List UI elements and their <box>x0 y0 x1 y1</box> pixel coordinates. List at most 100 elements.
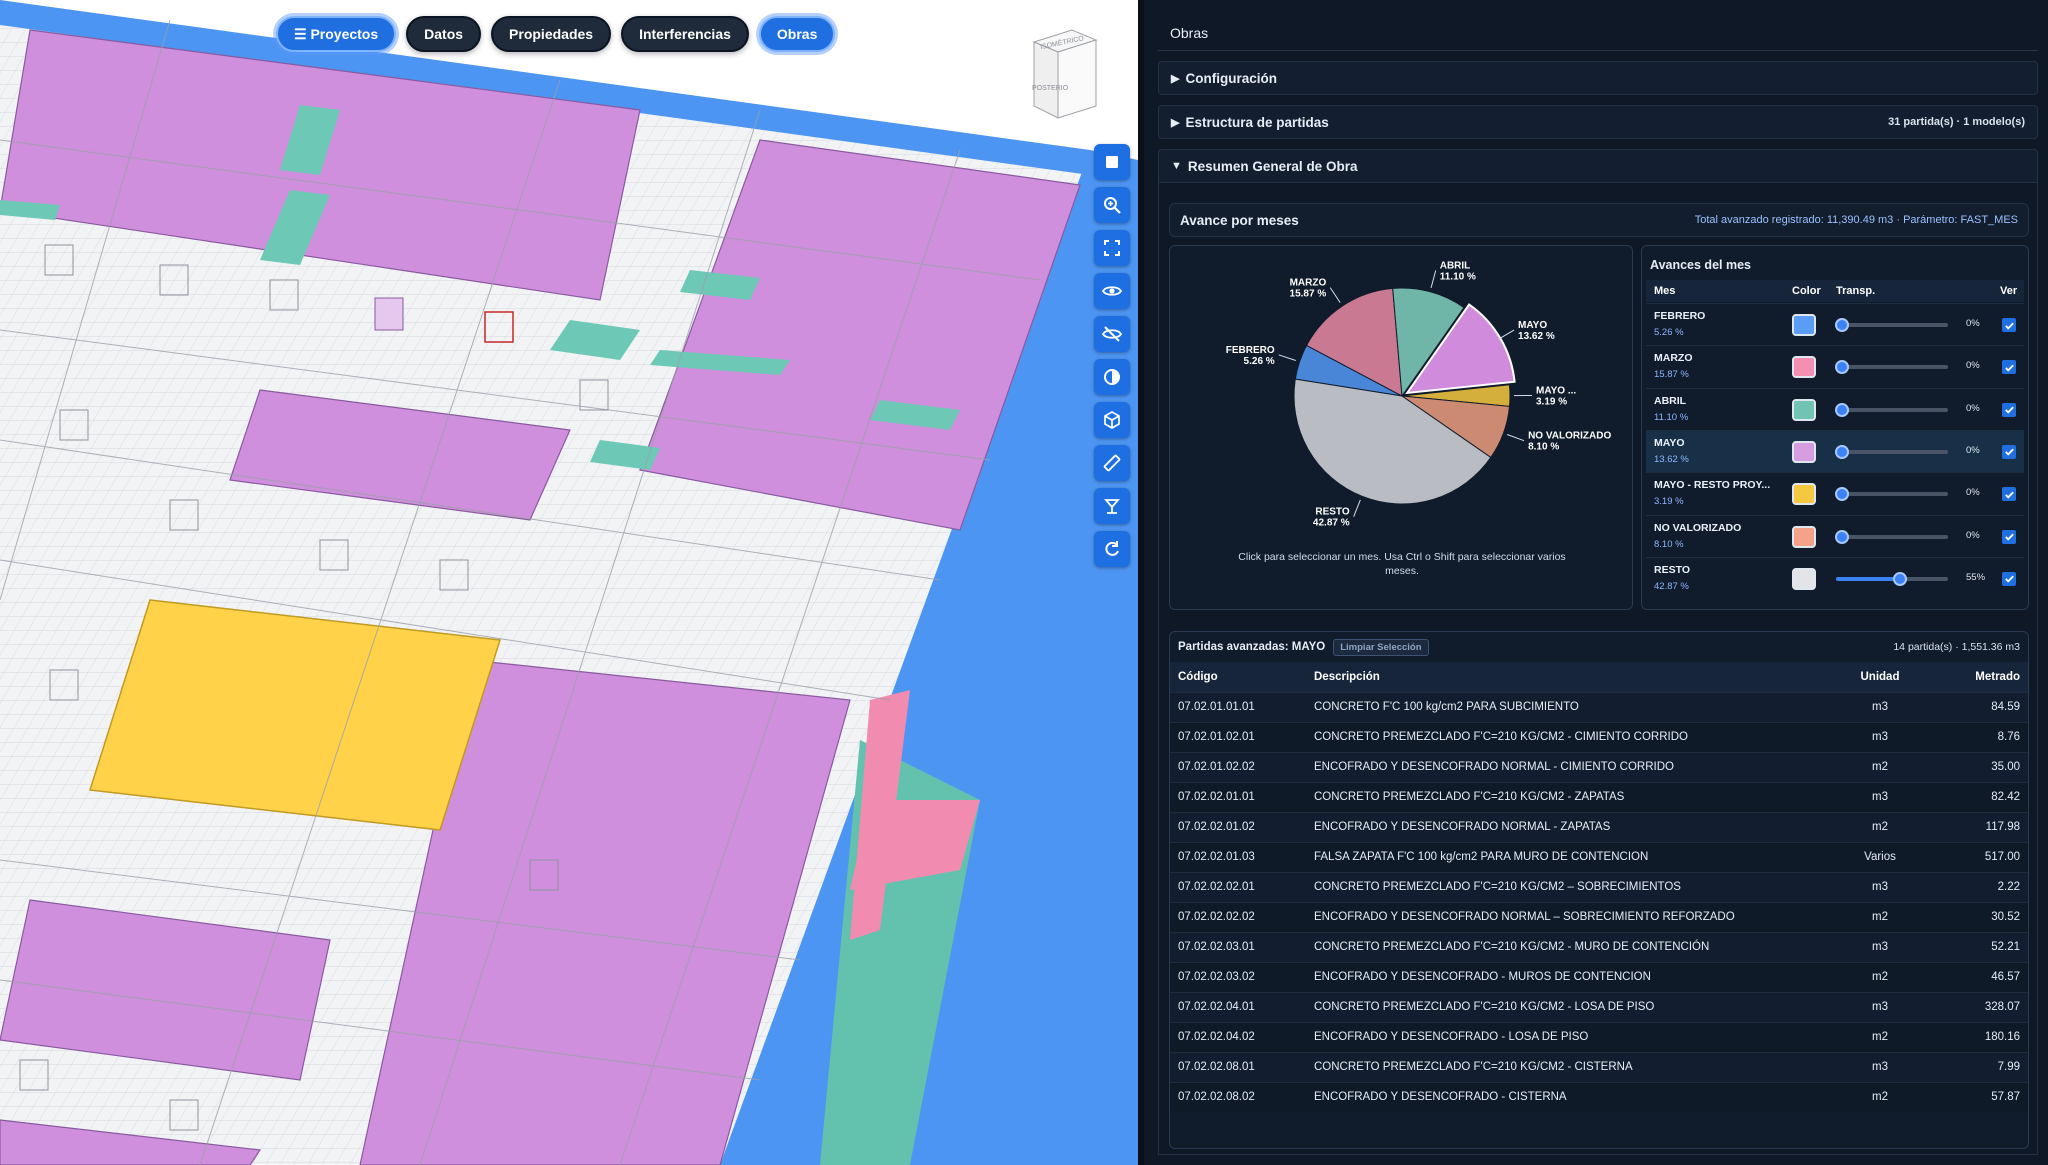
table-row[interactable]: 07.02.01.02.02 ENCOFRADO Y DESENCOFRADO N… <box>1170 751 2028 782</box>
visibility-checkbox[interactable] <box>2002 529 2016 544</box>
mes-row[interactable]: MAYO - RESTO PROY... 3.19 % 0% <box>1646 472 2024 514</box>
table-row[interactable]: 07.02.02.01.02 ENCOFRADO Y DESENCOFRADO N… <box>1170 811 2028 842</box>
mes-row[interactable]: ABRIL 11.10 % 0% <box>1646 387 2024 430</box>
mes-row[interactable]: NO VALORIZADO 8.10 % 0% <box>1646 514 2024 557</box>
show-button[interactable] <box>1094 273 1130 309</box>
nav-datos-button[interactable]: Datos <box>406 16 482 52</box>
color-swatch[interactable] <box>1792 440 1816 463</box>
visibility-checkbox[interactable] <box>2002 444 2016 459</box>
contrast-button[interactable] <box>1094 359 1130 395</box>
nav-proyectos-button[interactable]: ☰ Proyectos <box>276 16 397 52</box>
color-swatch[interactable] <box>1792 483 1816 506</box>
slider-handle[interactable] <box>1835 487 1849 502</box>
color-swatch[interactable] <box>1792 525 1816 548</box>
reset-button[interactable] <box>1094 531 1130 567</box>
mes-row[interactable]: MARZO 15.87 % 0% <box>1646 345 2024 387</box>
col-codigo[interactable]: Código <box>1170 662 1306 692</box>
cell-codigo: 07.02.02.08.01 <box>1170 1051 1306 1082</box>
accordion-estructura[interactable]: ▶ Estructura de partidas 31 partida(s) ·… <box>1158 105 2038 139</box>
table-row[interactable]: 07.02.02.08.01 CONCRETO PREMEZCLADO F'C=2… <box>1170 1051 2028 1082</box>
fit-view-button[interactable] <box>1094 230 1130 266</box>
cell-codigo: 07.02.02.02.02 <box>1170 901 1306 932</box>
transparency-slider[interactable] <box>1835 444 1948 459</box>
table-row[interactable]: 07.02.02.02.02 ENCOFRADO Y DESENCOFRADO N… <box>1170 901 2028 932</box>
section-button[interactable] <box>1094 488 1130 524</box>
visibility-checkbox[interactable] <box>2002 318 2016 332</box>
select-tool-button[interactable] <box>1094 144 1130 180</box>
transparency-slider[interactable] <box>1835 318 1948 332</box>
slider-handle[interactable] <box>1835 402 1849 417</box>
table-row[interactable]: 07.02.01.01.01 CONCRETO F'C 100 kg/cm2 PA… <box>1170 691 2028 722</box>
accordion-configuracion[interactable]: ▶ Configuración <box>1158 61 2038 95</box>
cell-metrado: 30.52 <box>1912 901 2028 932</box>
mes-row[interactable]: RESTO 42.87 % 55% <box>1646 556 2024 599</box>
table-row[interactable]: 07.02.02.03.02 ENCOFRADO Y DESENCOFRADO -… <box>1170 961 2028 992</box>
slider-handle[interactable] <box>1835 318 1849 332</box>
visibility-checkbox[interactable] <box>2002 487 2016 502</box>
pie-leader-line <box>1507 434 1525 442</box>
cell-unidad: m3 <box>1848 1051 1912 1082</box>
table-row[interactable]: 07.02.02.08.02 ENCOFRADO Y DESENCOFRADO -… <box>1170 1081 2028 1112</box>
color-swatch[interactable] <box>1792 356 1816 379</box>
hide-button[interactable] <box>1094 316 1130 352</box>
transparency-slider[interactable] <box>1835 487 1948 502</box>
visibility-checkbox[interactable] <box>2002 571 2016 586</box>
top-navigation: ☰ Proyectos Datos Propiedades Interferen… <box>276 16 836 52</box>
table-row[interactable]: 07.02.02.04.01 CONCRETO PREMEZCLADO F'C=2… <box>1170 991 2028 1022</box>
measure-button[interactable] <box>1094 445 1130 481</box>
cell-unidad: m3 <box>1848 871 1912 902</box>
nav-propiedades-button[interactable]: Propiedades <box>491 16 612 52</box>
col-descripcion[interactable]: Descripción <box>1306 662 1848 692</box>
col-ver: Ver <box>2000 285 2018 297</box>
visibility-checkbox[interactable] <box>2002 402 2016 417</box>
cell-metrado: 7.99 <box>1912 1051 2028 1082</box>
mes-percent: 42.87 % <box>1654 580 1689 592</box>
table-row[interactable]: 07.02.01.02.01 CONCRETO PREMEZCLADO F'C=2… <box>1170 721 2028 752</box>
transparency-slider[interactable] <box>1835 402 1948 417</box>
color-swatch[interactable] <box>1792 567 1816 590</box>
nav-obras-button[interactable]: Obras <box>758 16 836 52</box>
transparency-slider[interactable] <box>1835 360 1948 375</box>
cell-unidad: m3 <box>1848 991 1912 1022</box>
mes-row[interactable]: MAYO 13.62 % 0% <box>1646 429 2024 472</box>
col-metrado[interactable]: Metrado <box>1912 662 2028 692</box>
cell-metrado: 328.07 <box>1912 991 2028 1022</box>
pie-label-name: FEBRERO <box>1226 345 1275 356</box>
visibility-checkbox[interactable] <box>2002 360 2016 375</box>
pie-label-value: 13.62 % <box>1518 331 1555 342</box>
cell-descripcion: ENCOFRADO Y DESENCOFRADO NORMAL – SOBREC… <box>1306 901 1848 932</box>
fit-view-icon <box>1104 240 1120 256</box>
table-row[interactable]: 07.02.02.02.01 CONCRETO PREMEZCLADO F'C=2… <box>1170 871 2028 902</box>
color-swatch[interactable] <box>1792 314 1816 336</box>
slider-handle[interactable] <box>1893 571 1908 586</box>
slider-handle[interactable] <box>1835 360 1849 375</box>
transparency-slider[interactable] <box>1836 571 1948 586</box>
slider-handle[interactable] <box>1835 444 1849 459</box>
mes-row[interactable]: FEBRERO 5.26 % 0% <box>1646 303 2024 345</box>
transparency-value: 0% <box>1966 402 1980 414</box>
table-row[interactable]: 07.02.02.01.01 CONCRETO PREMEZCLADO F'C=2… <box>1170 781 2028 812</box>
clear-selection-button[interactable]: Limpiar Selección <box>1333 638 1429 656</box>
cube-view-button[interactable] <box>1094 402 1130 438</box>
view-cube[interactable]: ISOMÉTRICO POSTERIO <box>1026 28 1102 122</box>
model-viewer[interactable]: ☰ Proyectos Datos Propiedades Interferen… <box>0 0 1138 1165</box>
eye-icon <box>1102 286 1122 296</box>
partidas-title: Partidas avanzadas: MAYO <box>1178 641 1326 653</box>
table-row[interactable]: 07.02.02.03.01 CONCRETO PREMEZCLADO F'C=2… <box>1170 931 2028 962</box>
slider-handle[interactable] <box>1835 529 1849 544</box>
table-row[interactable]: 07.02.02.01.03 FALSA ZAPATA F'C 100 kg/cm… <box>1170 841 2028 872</box>
color-swatch[interactable] <box>1792 398 1816 421</box>
building-model[interactable] <box>0 0 1138 1165</box>
zoom-button[interactable] <box>1094 187 1130 223</box>
pie-chart[interactable]: FEBRERO5.26 % MARZO15.87 % ABRIL11.10 % MAY… <box>1170 246 1634 611</box>
pie-leader-line <box>1430 270 1437 288</box>
transparency-slider[interactable] <box>1835 529 1948 544</box>
col-unidad[interactable]: Unidad <box>1848 662 1912 692</box>
table-row[interactable]: 07.02.02.04.02 ENCOFRADO Y DESENCOFRADO -… <box>1170 1021 2028 1052</box>
pie-leader-line <box>1353 499 1361 517</box>
cell-codigo: 07.02.01.01.01 <box>1170 691 1306 722</box>
nav-interferencias-button[interactable]: Interferencias <box>621 16 749 52</box>
mes-percent: 3.19 % <box>1654 496 1684 508</box>
pie-hint-line2: meses. <box>1385 565 1419 577</box>
accordion-resumen[interactable]: ▼ Resumen General de Obra <box>1158 149 2038 183</box>
